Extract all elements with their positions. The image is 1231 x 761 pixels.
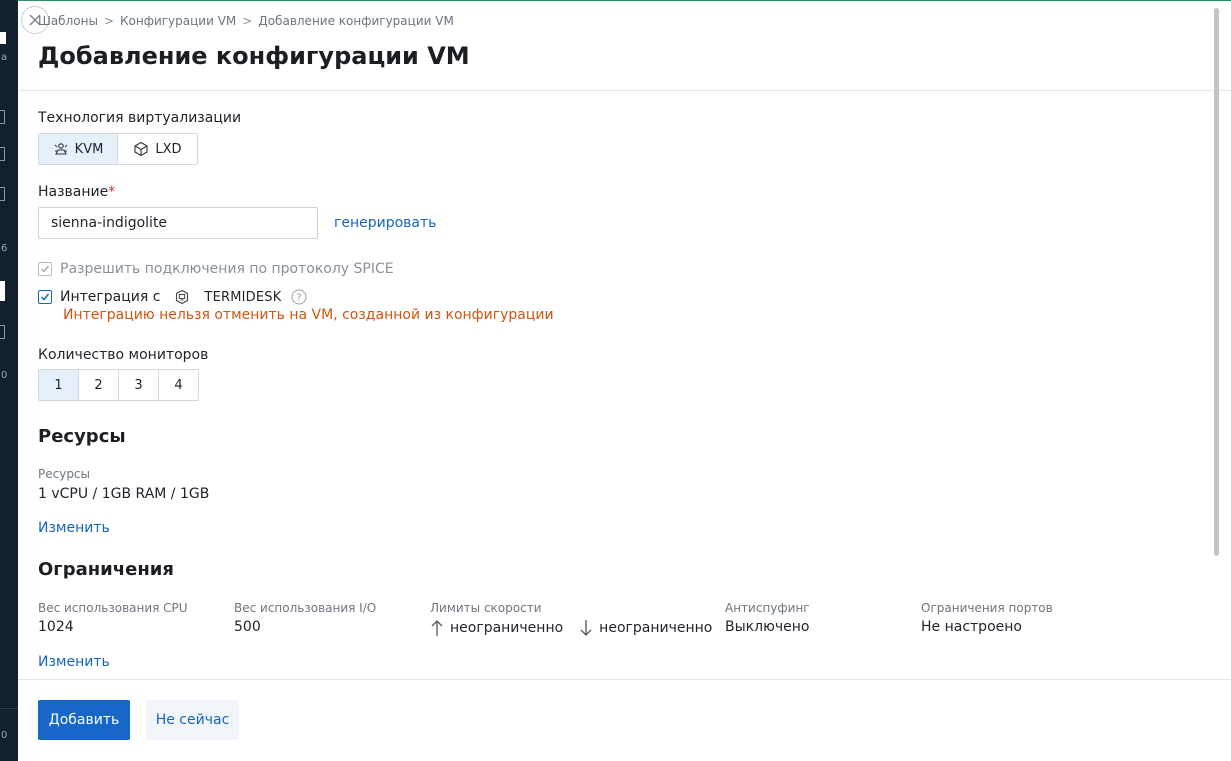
port-limits-label: Ограничения портов [921,601,1053,615]
io-weight-label: Вес использования I/O [234,601,377,615]
breadcrumb: Шаблоны > Конфигурации VM > Добавление к… [38,14,454,28]
antispoofing-label: Антиспуфинг [725,601,810,615]
breadcrumb-templates[interactable]: Шаблоны [38,14,98,28]
lxd-icon [134,141,148,157]
sidebar-divider [0,708,18,709]
sidebar-logo-fragment [0,32,6,44]
speed-limits-label: Лимиты скорости [430,601,542,615]
name-label-text: Название [38,184,109,200]
virtualization-option-lxd[interactable]: LXD [118,134,197,164]
integration-warning: Интеграцию нельзя отменить на VM, создан… [63,307,554,323]
required-mark: * [108,184,116,200]
speed-up-value: неограниченно [450,620,564,636]
monitors-label: Количество мониторов [38,347,209,363]
footer-divider [18,679,1231,680]
not-now-button[interactable]: Не сейчас [146,700,239,740]
sidebar-nav-icon[interactable] [0,187,5,201]
add-vm-config-panel: Шаблоны > Конфигурации VM > Добавление к… [18,0,1231,761]
breadcrumb-separator: > [242,14,253,28]
name-input[interactable] [38,207,318,239]
spice-checkbox-row[interactable]: Разрешить подключения по протоколу SPICE [38,261,394,277]
resources-field-label: Ресурсы [38,467,91,481]
monitors-option[interactable]: 2 [79,370,119,400]
speed-down-value: неограниченно [599,620,713,636]
breadcrumb-separator: > [103,14,114,28]
kvm-label: KVM [74,141,104,157]
arrow-down-icon [580,620,592,636]
breadcrumb-current: Добавление конфигурации VM [258,14,454,28]
io-weight-value: 500 [234,619,261,635]
virtualization-option-kvm[interactable]: KVM [39,134,118,164]
sidebar-glyph: 6 [1,243,8,254]
termidesk-label: TERMIDESK [204,289,282,305]
resources-edit-link[interactable]: Изменить [38,520,110,536]
name-label: Название* [38,184,115,200]
scrollbar-thumb[interactable] [1214,8,1219,556]
integration-label: Интеграция с [60,289,161,305]
limits-edit-link[interactable]: Изменить [38,654,110,670]
monitors-selector: 1 2 3 4 [38,369,199,401]
sidebar-nav-icon[interactable] [0,325,5,339]
integration-checkbox[interactable] [38,290,52,304]
generate-name-link[interactable]: генерировать [334,215,436,231]
lxd-label: LXD [155,141,182,157]
spice-label: Разрешить подключения по протоколу SPICE [60,261,394,277]
virtualization-selector: KVM LXD [38,133,198,165]
virtualization-label: Технология виртуализации [38,110,242,126]
monitors-option[interactable]: 4 [159,370,198,400]
port-limits-value: Не настроено [921,619,1022,635]
monitors-option[interactable]: 3 [119,370,159,400]
sidebar-nav-icon[interactable] [0,147,5,161]
sidebar-glyph: 0 [1,370,8,381]
kvm-icon [54,143,68,155]
app-sidebar: a 6 0 0 [0,0,18,761]
cpu-weight-label: Вес использования CPU [38,601,188,615]
integration-checkbox-row[interactable]: Интеграция с TERMIDESK ? [38,289,307,305]
monitors-option[interactable]: 1 [39,370,79,400]
help-icon[interactable]: ? [291,289,307,305]
top-accent-line [18,0,1231,1]
svg-text:?: ? [297,293,302,304]
resources-section-title: Ресурсы [38,426,126,447]
antispoofing-value: Выключено [725,619,810,635]
cpu-weight-value: 1024 [38,619,74,635]
breadcrumb-vm-configs[interactable]: Конфигурации VM [120,14,236,28]
check-icon [40,265,50,273]
limits-section-title: Ограничения [38,559,174,580]
resources-value: 1 vCPU / 1GB RAM / 1GB [38,486,210,502]
sidebar-glyph: 0 [1,730,8,741]
arrow-up-icon [431,620,443,636]
add-button[interactable]: Добавить [38,700,130,740]
speed-limits-value: неограниченно неограниченно [430,619,712,637]
sidebar-nav-active[interactable] [0,281,5,301]
header-divider [18,90,1231,91]
termidesk-logo-icon [176,289,189,305]
sidebar-glyph: a [1,52,8,63]
check-icon [40,293,50,301]
page-title: Добавление конфигурации VM [38,42,470,70]
spice-checkbox[interactable] [38,262,52,276]
sidebar-nav-icon[interactable] [0,110,5,124]
